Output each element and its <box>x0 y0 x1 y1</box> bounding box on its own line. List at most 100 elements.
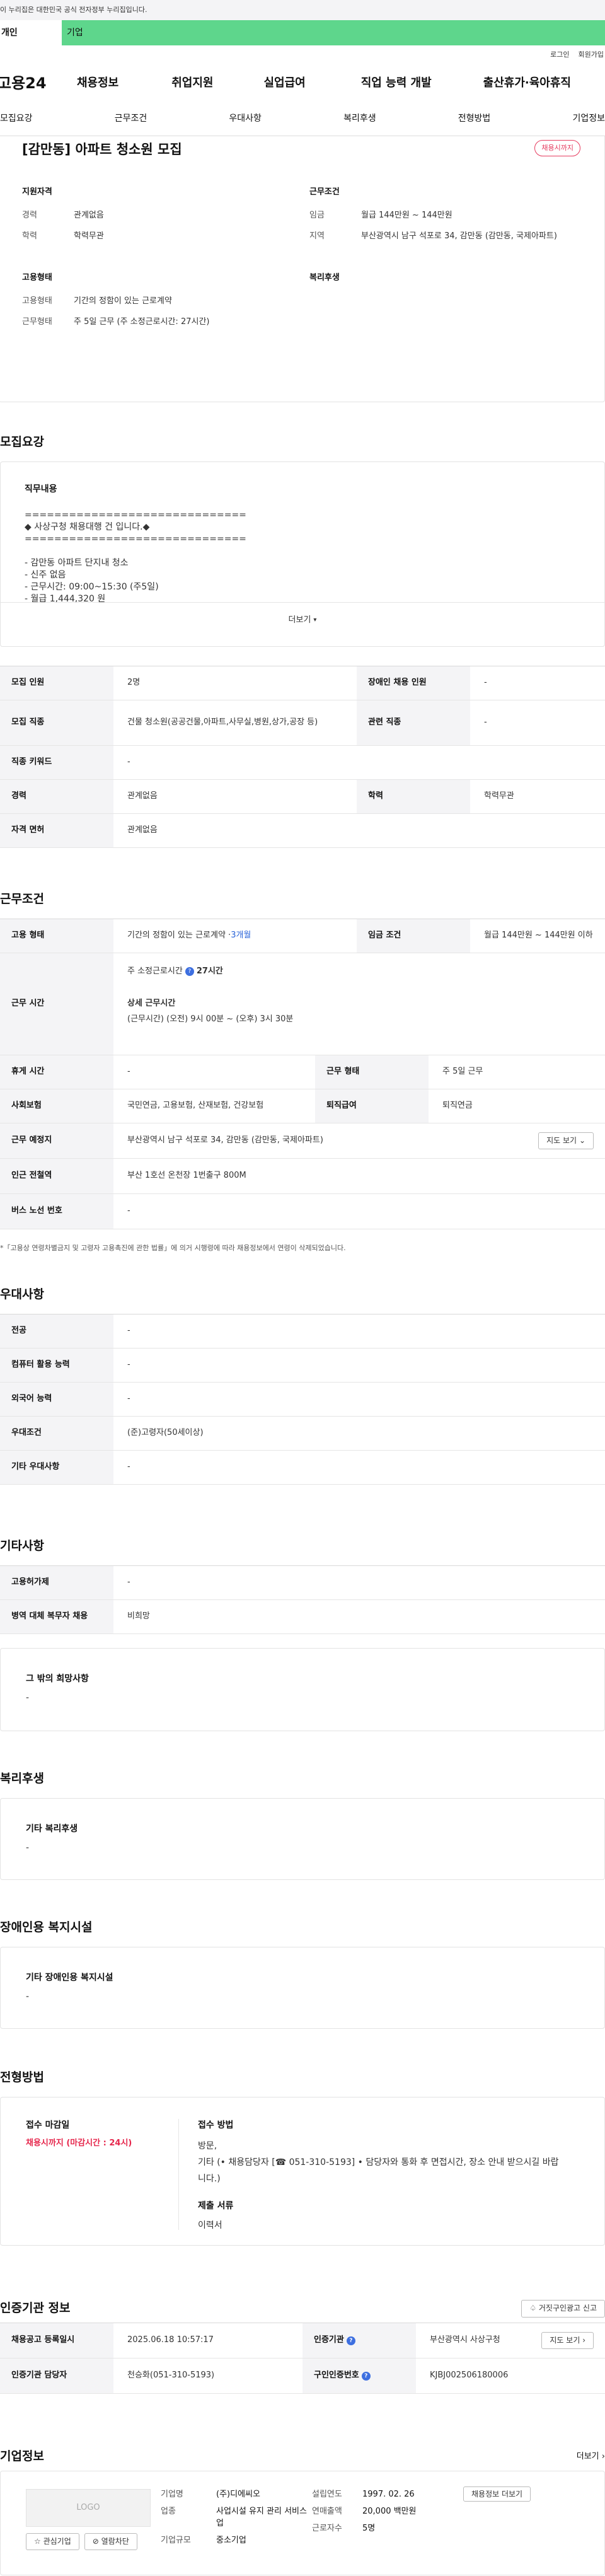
help-icon[interactable]: ? <box>361 2371 371 2381</box>
company-logo: LOGO <box>26 2489 151 2527</box>
table-row: 휴게 시간 - 근무 형태 주 5일 근무 <box>0 1055 605 1089</box>
summary-row: 경력 관계없음 <box>22 210 309 222</box>
site-logo[interactable]: 고용24 <box>0 73 67 95</box>
summary-key: 임금 <box>309 210 325 220</box>
gnb-parental-leave[interactable]: 출산휴가·육아휴직 <box>483 75 571 91</box>
gnb-job-info[interactable]: 채용정보 <box>77 75 118 91</box>
subnav-company[interactable]: 기업정보 <box>572 112 605 125</box>
duty-more-button[interactable]: 더보기 ▾ <box>1 602 604 639</box>
table-row: 전공 - <box>0 1314 605 1349</box>
company-field: 기업명 (주)디에씨오 <box>161 2489 312 2501</box>
table-row: 모집 인원 2명 장애인 채용 인원 - <box>0 666 605 700</box>
table-row: 경력 관계없음 학력 학력무관 <box>0 780 605 814</box>
block-button[interactable]: ⊘ 열람차단 <box>84 2533 137 2551</box>
detail-hours-title: 상세 근무시간 <box>127 998 176 1008</box>
row-value: 주 5일 근무 <box>442 1067 483 1077</box>
company-more-link[interactable]: 더보기 › <box>577 2451 605 2463</box>
row-key: 채용공고 등록일시 <box>0 2323 113 2358</box>
gnb-unemployment-benefit[interactable]: 실업급여 <box>264 75 306 91</box>
subnav-welfare[interactable]: 복리후생 <box>343 112 376 125</box>
signup-link[interactable]: 회원가입 <box>579 50 604 60</box>
company-card: LOGO ☆ 관심기업 ⊘ 열람차단 기업명 (주)디에씨오 업종 사업시설 유지 … <box>0 2471 605 2575</box>
deadline-block: 접수 마감일 채용시까지 (마감시간 : 24시) <box>26 2119 178 2245</box>
row-value: 학력무관 <box>484 791 514 801</box>
gnb-vocational-training[interactable]: 직업 능력 개발 <box>361 75 432 91</box>
weekly-hours-label: 주 소정근로시간 <box>127 966 183 976</box>
table-row: 사회보험 국민연금, 고용보험, 산재보험, 건강보험 퇴직급여 퇴직연금 <box>0 1089 605 1123</box>
field-value: 사업시설 유지 관리 서비스업 <box>216 2506 307 2528</box>
welfare-summary-title: 복리후생 <box>309 273 340 282</box>
docs-title: 제출 서류 <box>198 2201 234 2212</box>
field-value: (주)디에씨오 <box>216 2490 260 2499</box>
method-block: 접수 방법 방문, 기타 (• 채용담당자 [☎ 051-310-5193] • … <box>178 2119 569 2231</box>
table-row: 우대조건 (준)고령자(50세이상) <box>0 1417 605 1451</box>
company-field: 연매출액 20,000 백만원 <box>312 2506 463 2518</box>
row-value: 관계없음 <box>127 825 158 835</box>
deadline-title: 접수 마감일 <box>26 2120 70 2130</box>
row-value: 2025.06.18 10:57:17 <box>127 2335 214 2345</box>
row-value: - <box>127 1394 130 1404</box>
gnb-employment-support[interactable]: 취업지원 <box>171 75 213 91</box>
company-field: 설립연도 1997. 02. 26 <box>312 2489 463 2501</box>
preference-table: 전공 - 컴퓨터 활용 능력 - 외국어 능력 - 우대조건 (준)고령자(50세이상)… <box>0 1314 605 1485</box>
tab-personal[interactable]: 개인 <box>0 20 62 45</box>
map-button[interactable]: 지도 보기 ⌄ <box>538 1132 594 1150</box>
detail-hours-value: (근무시간) (오전) 9시 00분 ~ (오후) 3시 30분 <box>127 1014 294 1024</box>
row-key: 모집 직종 <box>0 700 113 745</box>
field-key: 근로자수 <box>312 2523 342 2533</box>
company-actions: ☆ 관심기업 ⊘ 열람차단 <box>26 2533 161 2551</box>
summary-row: 근무형태 주 5일 근무 (주 소정근로시간: 27시간) <box>22 316 309 328</box>
subnav-recruit[interactable]: 모집요강 <box>0 112 33 125</box>
row-value: 국민연금, 고용보험, 산재보험, 건강보험 <box>127 1101 264 1111</box>
row-key: 버스 노선 번호 <box>0 1194 113 1229</box>
company-jobs-button[interactable]: 채용정보 더보기 <box>463 2486 531 2502</box>
login-link[interactable]: 로그인 <box>550 50 569 60</box>
subnav-selection[interactable]: 전형방법 <box>458 112 491 125</box>
qualification-block: 지원자격 경력 관계없음 학력 학력무관 <box>22 187 309 272</box>
row-key: 인증기관? <box>302 2323 416 2358</box>
subnav-conditions[interactable]: 근무조건 <box>115 112 147 125</box>
summary-value: 월급 144만원 ~ 144만원 <box>361 210 452 220</box>
job-summary-card: 채용시까지 [감만동] 아파트 청소원 모집 지원자격 경력 관계없음 학력 학력무… <box>0 136 605 402</box>
company-header: 기업정보 더보기 › <box>0 2443 605 2471</box>
favorite-button[interactable]: ☆ 관심기업 <box>26 2533 79 2551</box>
field-key: 기업명 <box>161 2490 183 2499</box>
disabled-box-title: 기타 장애인용 복지시설 <box>26 1973 113 1983</box>
utility-links: 로그인 회원가입 <box>0 45 605 64</box>
tab-company-label: 기업 <box>67 27 83 38</box>
summary-row: 고용형태 기간의 정함이 있는 근로계약 <box>22 296 309 308</box>
report-button[interactable]: ♤ 거짓구인광고 신고 <box>521 2300 605 2318</box>
row-key: 근무 예정지 <box>0 1123 113 1158</box>
disabled-box-value: - <box>26 1992 30 2002</box>
agency-map-button[interactable]: 지도 보기 › <box>541 2331 594 2350</box>
recruit-table: 모집 인원 2명 장애인 채용 인원 - 모집 직종 건물 청소원(공공건물,아… <box>0 666 605 848</box>
agency-header: 인증기관 정보 ♤ 거짓구인광고 신고 <box>0 2295 605 2323</box>
agency-table: 채용공고 등록일시 2025.06.18 10:57:17 인증기관? 부산광역… <box>0 2323 605 2394</box>
subnav-preference[interactable]: 우대사항 <box>229 112 262 125</box>
cert-number-label: 구인인증번호 <box>314 2370 359 2381</box>
other-table: 고용허가제 - 병역 대체 복무자 채용 비희망 <box>0 1565 605 1634</box>
help-icon[interactable]: ? <box>346 2336 355 2345</box>
summary-grid: 지원자격 경력 관계없음 학력 학력무관 근무조건 임금 월급 144만원 ~ 144… <box>0 187 604 337</box>
gov-banner: 이 누리집은 대한민국 공식 전자정부 누리집입니다. <box>0 0 605 20</box>
row-key: 근무 시간 <box>0 953 113 1055</box>
tab-company[interactable]: 기업 <box>62 20 605 45</box>
selection-section-title: 전형방법 <box>0 2070 44 2084</box>
summary-key: 경력 <box>22 210 37 220</box>
table-row: 고용허가제 - <box>0 1566 605 1600</box>
field-key: 기업규모 <box>161 2535 191 2545</box>
row-key: 모집 인원 <box>0 666 113 700</box>
row-value: 주 소정근로시간? 27시간 상세 근무시간 (근무시간) (오전) 9시 00분… <box>113 953 293 1055</box>
help-icon[interactable]: ? <box>185 966 194 976</box>
block-icon: ⊘ <box>92 2537 99 2546</box>
row-key: 외국어 능력 <box>0 1383 113 1416</box>
row-key: 직종 키워드 <box>0 746 113 779</box>
summary-value: 부산광역시 남구 석포로 34, 감만동 (감만동, 국제아파트) <box>361 231 557 241</box>
welfare-box-title: 기타 복리후생 <box>26 1824 78 1834</box>
method-line: 방문, <box>198 2141 217 2152</box>
qualification-title: 지원자격 <box>22 187 52 197</box>
method-lines: 방문, 기타 (• 채용담당자 [☎ 051-310-5193] • 담당자와 통… <box>198 2138 563 2187</box>
conditions-table: 고용 형태 기간의 정함이 있는 근로계약 · 3개월 임금 조건 월급 144… <box>0 919 605 1229</box>
company-field: 기업규모 중소기업 <box>161 2535 312 2547</box>
duty-title: 직무내용 <box>25 484 57 494</box>
